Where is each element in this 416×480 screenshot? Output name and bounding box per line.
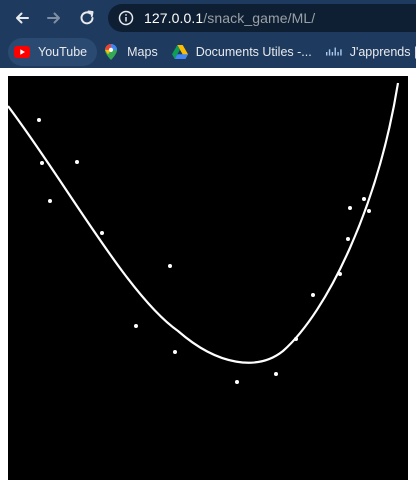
- url-path: /snack_game/ML/: [203, 10, 316, 26]
- bookmarks-bar: YouTube Maps Documents Utiles -... J'app…: [0, 36, 416, 68]
- bookmark-label: J'apprends |: [349, 45, 416, 59]
- page-content: [0, 68, 416, 480]
- url-text: 127.0.0.1/snack_game/ML/: [144, 10, 315, 26]
- data-point: [75, 160, 79, 164]
- bookmark-label: Maps: [127, 45, 158, 59]
- back-arrow-icon: [16, 12, 29, 24]
- forward-button[interactable]: [42, 6, 66, 30]
- browser-chrome: 127.0.0.1/snack_game/ML/ YouTube Maps Do…: [0, 0, 416, 68]
- regression-plot: [8, 82, 400, 384]
- data-point: [173, 350, 177, 354]
- data-point: [294, 337, 298, 341]
- data-point: [346, 237, 350, 241]
- url-host: 127.0.0.1: [144, 10, 204, 26]
- back-button[interactable]: [10, 6, 34, 30]
- data-point: [168, 264, 172, 268]
- bookmark-maps[interactable]: Maps: [97, 38, 166, 66]
- data-point: [40, 161, 44, 165]
- bookmark-documents-utiles[interactable]: Documents Utiles -...: [166, 38, 320, 66]
- cisco-icon: [325, 44, 342, 60]
- forward-arrow-icon: [47, 12, 60, 24]
- bookmark-label: YouTube: [38, 45, 88, 59]
- data-point: [37, 118, 41, 122]
- data-point: [48, 199, 52, 203]
- bookmark-japprends[interactable]: J'apprends |: [320, 38, 416, 66]
- address-bar[interactable]: 127.0.0.1/snack_game/ML/: [108, 4, 416, 32]
- maps-icon: [103, 44, 119, 60]
- reload-icon: [80, 10, 94, 25]
- youtube-icon: [14, 44, 30, 60]
- data-point: [362, 197, 366, 201]
- data-point: [134, 324, 138, 328]
- bookmark-label: Documents Utiles -...: [195, 45, 312, 59]
- data-point: [367, 209, 371, 213]
- data-point: [338, 272, 342, 276]
- regression-canvas[interactable]: [8, 76, 408, 480]
- data-point: [274, 372, 278, 376]
- reload-button[interactable]: [75, 6, 99, 30]
- bookmark-youtube[interactable]: YouTube: [8, 38, 98, 66]
- site-info-icon[interactable]: [118, 10, 134, 26]
- data-point: [311, 293, 315, 297]
- navigation-bar: 127.0.0.1/snack_game/ML/: [0, 0, 416, 36]
- data-point: [100, 231, 104, 235]
- data-point: [235, 380, 239, 384]
- fitted-curve: [8, 82, 400, 364]
- google-drive-icon: [171, 44, 188, 60]
- data-points: [37, 118, 371, 384]
- data-point: [348, 206, 352, 210]
